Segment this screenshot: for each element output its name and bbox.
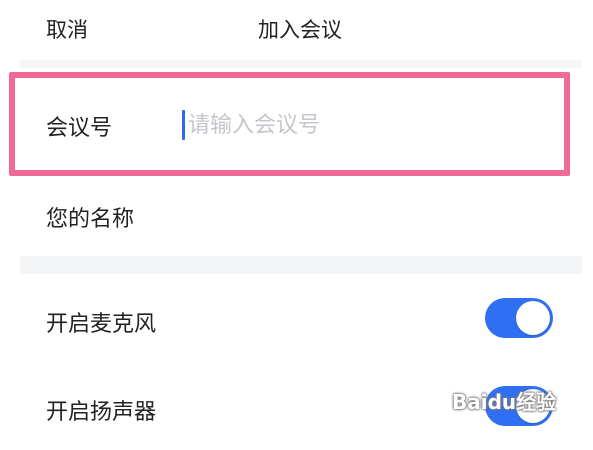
name-row[interactable]: 您的名称 (20, 175, 582, 255)
toggle-knob (516, 389, 550, 423)
meeting-id-row[interactable]: 会议号 (20, 72, 582, 168)
speaker-label: 开启扬声器 (46, 400, 157, 425)
speaker-toggle[interactable] (485, 386, 553, 426)
meeting-id-label: 会议号 (46, 116, 113, 141)
toggle-knob (516, 301, 550, 335)
name-label: 您的名称 (46, 207, 135, 232)
join-meeting-screen: 取消 加入会议 会议号 您的名称 开启麦克风 开启扬声器 (20, 0, 582, 450)
section-divider (20, 256, 582, 274)
meeting-id-input[interactable] (188, 108, 508, 142)
page-title: 加入会议 (258, 18, 342, 42)
microphone-row: 开启麦克风 (20, 276, 582, 362)
microphone-toggle[interactable] (485, 298, 553, 338)
microphone-label: 开启麦克风 (46, 312, 157, 337)
speaker-row: 开启扬声器 (20, 364, 582, 450)
text-cursor (182, 110, 185, 140)
header-bar: 取消 加入会议 (20, 0, 582, 60)
cancel-button[interactable]: 取消 (46, 14, 88, 44)
header-divider (20, 60, 582, 68)
